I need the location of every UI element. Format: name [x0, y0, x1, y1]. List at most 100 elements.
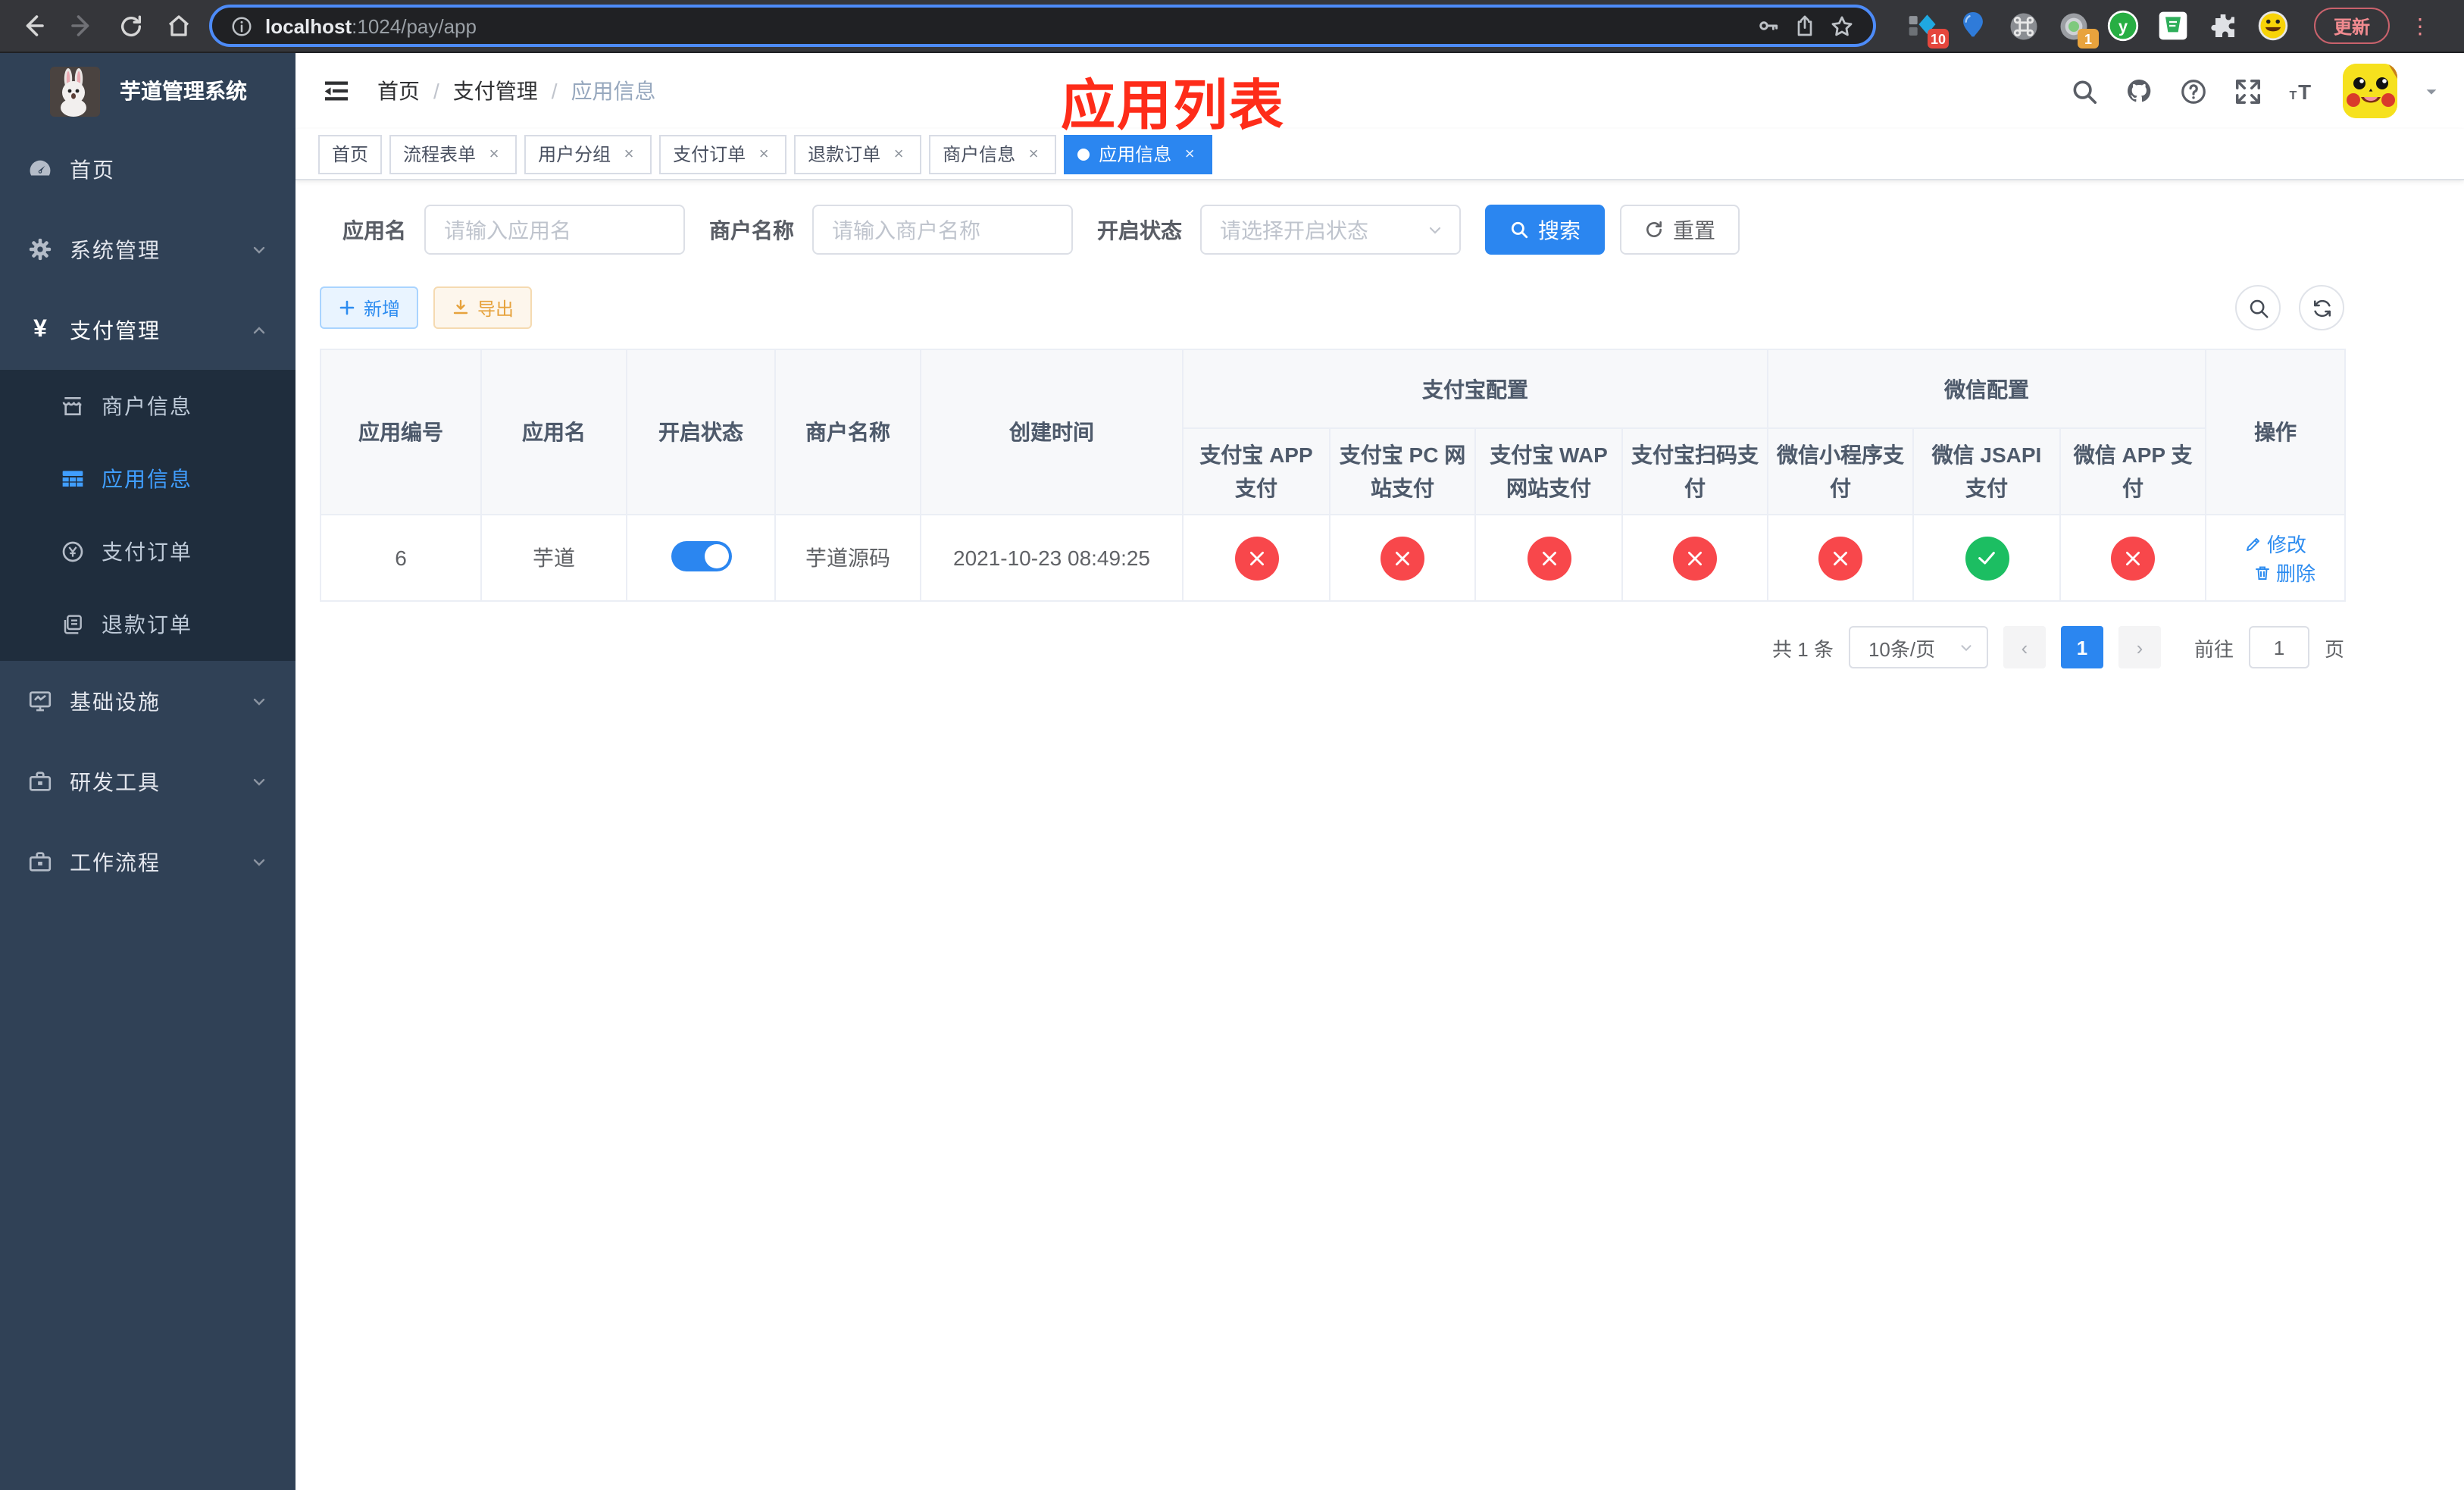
- tab-refund-order[interactable]: 退款订单 ×: [794, 134, 922, 174]
- close-icon[interactable]: ×: [620, 145, 638, 163]
- sidebar-item-merchant-info[interactable]: 商户信息: [0, 370, 295, 443]
- export-button[interactable]: 导出: [433, 286, 533, 329]
- tags-view-bar: 首页 流程表单 × 用户分组 × 支付订单 × 退款订单 × 商户信息 × 应用…: [295, 129, 2464, 180]
- sidebar-logo[interactable]: 芋道管理系统: [0, 53, 295, 129]
- col-status: 开启状态: [626, 349, 776, 515]
- sidebar-collapse-icon[interactable]: [320, 74, 353, 108]
- font-size-icon[interactable]: TT: [2288, 77, 2317, 105]
- app-name-label: 应用名: [342, 218, 406, 242]
- refresh-table-button[interactable]: [2299, 285, 2344, 330]
- col-app-name: 应用名: [480, 349, 627, 515]
- status-select[interactable]: 请选择开启状态: [1200, 205, 1461, 255]
- chevron-down-icon: [250, 772, 268, 790]
- ext-emoji-icon[interactable]: [2256, 9, 2290, 42]
- close-icon[interactable]: ×: [485, 145, 503, 163]
- tab-process-form[interactable]: 流程表单 ×: [389, 134, 518, 174]
- show-search-toggle-button[interactable]: [2235, 285, 2281, 330]
- tab-home[interactable]: 首页: [318, 134, 383, 174]
- delete-button[interactable]: 删除: [2253, 558, 2315, 587]
- reload-icon[interactable]: [109, 5, 152, 47]
- forward-icon[interactable]: [61, 5, 103, 47]
- svg-text:y: y: [2118, 17, 2128, 36]
- sidebar-item-app-info[interactable]: 应用信息: [0, 443, 295, 515]
- github-icon[interactable]: [2125, 77, 2153, 105]
- page-1-button[interactable]: 1: [2060, 626, 2103, 668]
- sidebar-item-payment[interactable]: ¥ 支付管理: [0, 290, 295, 370]
- app-title: 芋道管理系统: [120, 79, 247, 103]
- add-button[interactable]: 新增: [320, 286, 419, 329]
- sidebar-item-devtools[interactable]: 研发工具: [0, 741, 295, 822]
- sidebar-item-refund-order[interactable]: 退款订单: [0, 588, 295, 661]
- merchant-name-input[interactable]: [812, 205, 1073, 255]
- share-icon[interactable]: [1793, 14, 1817, 38]
- bookmark-star-icon[interactable]: [1829, 13, 1855, 39]
- chevron-down-icon: [1958, 639, 1975, 656]
- ext-recorder-icon[interactable]: 1: [2056, 9, 2099, 49]
- update-button[interactable]: 更新: [2314, 8, 2391, 44]
- tab-merchant-info[interactable]: 商户信息 ×: [929, 134, 1057, 174]
- prev-page-button[interactable]: ‹: [2003, 626, 2046, 668]
- close-icon[interactable]: ×: [1024, 145, 1043, 163]
- edit-button[interactable]: 修改: [2244, 529, 2306, 558]
- ext-balloon-icon[interactable]: [1956, 9, 1990, 42]
- avatar[interactable]: [2343, 64, 2397, 118]
- key-icon[interactable]: [1756, 14, 1781, 38]
- cell-app-id: 6: [320, 514, 482, 602]
- ext-diamond-icon[interactable]: 10: [1906, 9, 1949, 49]
- help-icon[interactable]: [2179, 77, 2208, 105]
- url-bar[interactable]: localhost:1024/pay/app: [209, 5, 1876, 47]
- search-button[interactable]: 搜索: [1485, 205, 1605, 255]
- col-alipay-app: 支付宝 APP 支付: [1182, 427, 1330, 515]
- payment-submenu: 商户信息 应用信息 支付订单 退款订单: [0, 370, 295, 661]
- info-icon[interactable]: [230, 14, 253, 37]
- status-toggle[interactable]: [671, 540, 731, 571]
- next-page-button[interactable]: ›: [2118, 626, 2161, 668]
- kebab-menu-icon[interactable]: ⋮: [2408, 13, 2432, 39]
- breadcrumb-home[interactable]: 首页: [377, 76, 420, 106]
- status-label: 开启状态: [1097, 218, 1182, 242]
- reset-button[interactable]: 重置: [1620, 205, 1740, 255]
- extensions-area: 10 1 y: [1906, 9, 2290, 49]
- tab-pay-order[interactable]: 支付订单 ×: [659, 134, 787, 174]
- fullscreen-icon[interactable]: [2234, 77, 2262, 105]
- sidebar-item-home[interactable]: 首页: [0, 129, 295, 209]
- page-size-select[interactable]: 10条/页: [1848, 626, 1988, 668]
- goto-page-input[interactable]: [2248, 626, 2309, 668]
- goto-suffix: 页: [2324, 637, 2344, 660]
- table-row: 6 芋道 芋道源码 2021-10-23 08:49:25 修改 删除: [320, 514, 2347, 602]
- pagination: 共 1 条 10条/页 ‹ 1 › 前往 页: [320, 626, 2344, 668]
- pagination-total: 共 1 条: [1772, 637, 1834, 660]
- ext-command-icon[interactable]: [2006, 9, 2040, 42]
- col-wechat-mini: 微信小程序支付: [1767, 427, 1914, 515]
- ext-notes-icon[interactable]: [2156, 9, 2190, 42]
- chevron-down-icon: [1426, 221, 1444, 239]
- back-icon[interactable]: [12, 5, 55, 47]
- sidebar-item-infra[interactable]: 基础设施: [0, 661, 295, 741]
- chevron-down-icon[interactable]: [2423, 83, 2440, 99]
- alipay-pc-status: [1381, 536, 1424, 580]
- close-icon[interactable]: ×: [1180, 145, 1199, 163]
- app-name-input[interactable]: [424, 205, 685, 255]
- sidebar-item-workflow[interactable]: 工作流程: [0, 822, 295, 902]
- ext-badge: 1: [2078, 29, 2099, 49]
- ext-y-icon[interactable]: y: [2106, 9, 2140, 42]
- shop-icon: [59, 393, 85, 419]
- toolbox-icon: [27, 849, 53, 875]
- sidebar-item-system[interactable]: 系统管理: [0, 209, 295, 290]
- url-text: localhost:1024/pay/app: [265, 14, 477, 37]
- grid-table-icon: [59, 466, 85, 492]
- home-icon[interactable]: [158, 5, 200, 47]
- cell-merchant: 芋道源码: [774, 514, 921, 602]
- extensions-puzzle-icon[interactable]: [2206, 9, 2240, 42]
- goto-label: 前往: [2194, 637, 2234, 660]
- breadcrumb-payment[interactable]: 支付管理: [453, 76, 538, 106]
- close-icon[interactable]: ×: [755, 145, 773, 163]
- close-icon[interactable]: ×: [890, 145, 908, 163]
- search-icon[interactable]: [2070, 77, 2099, 105]
- sidebar: 芋道管理系统 首页 系统管理 ¥ 支付管理 商户信息 应用信息 支付订单 退款订…: [0, 53, 295, 1490]
- apps-table: 应用编号 应用名 开启状态 商户名称 创建时间 支付宝配置 微信配置 操作 支付…: [320, 349, 2347, 602]
- tab-user-group[interactable]: 用户分组 ×: [524, 134, 652, 174]
- sidebar-item-pay-order[interactable]: 支付订单: [0, 515, 295, 588]
- dashboard-icon: [27, 156, 53, 182]
- wechat-jsapi-status: [1965, 536, 2009, 580]
